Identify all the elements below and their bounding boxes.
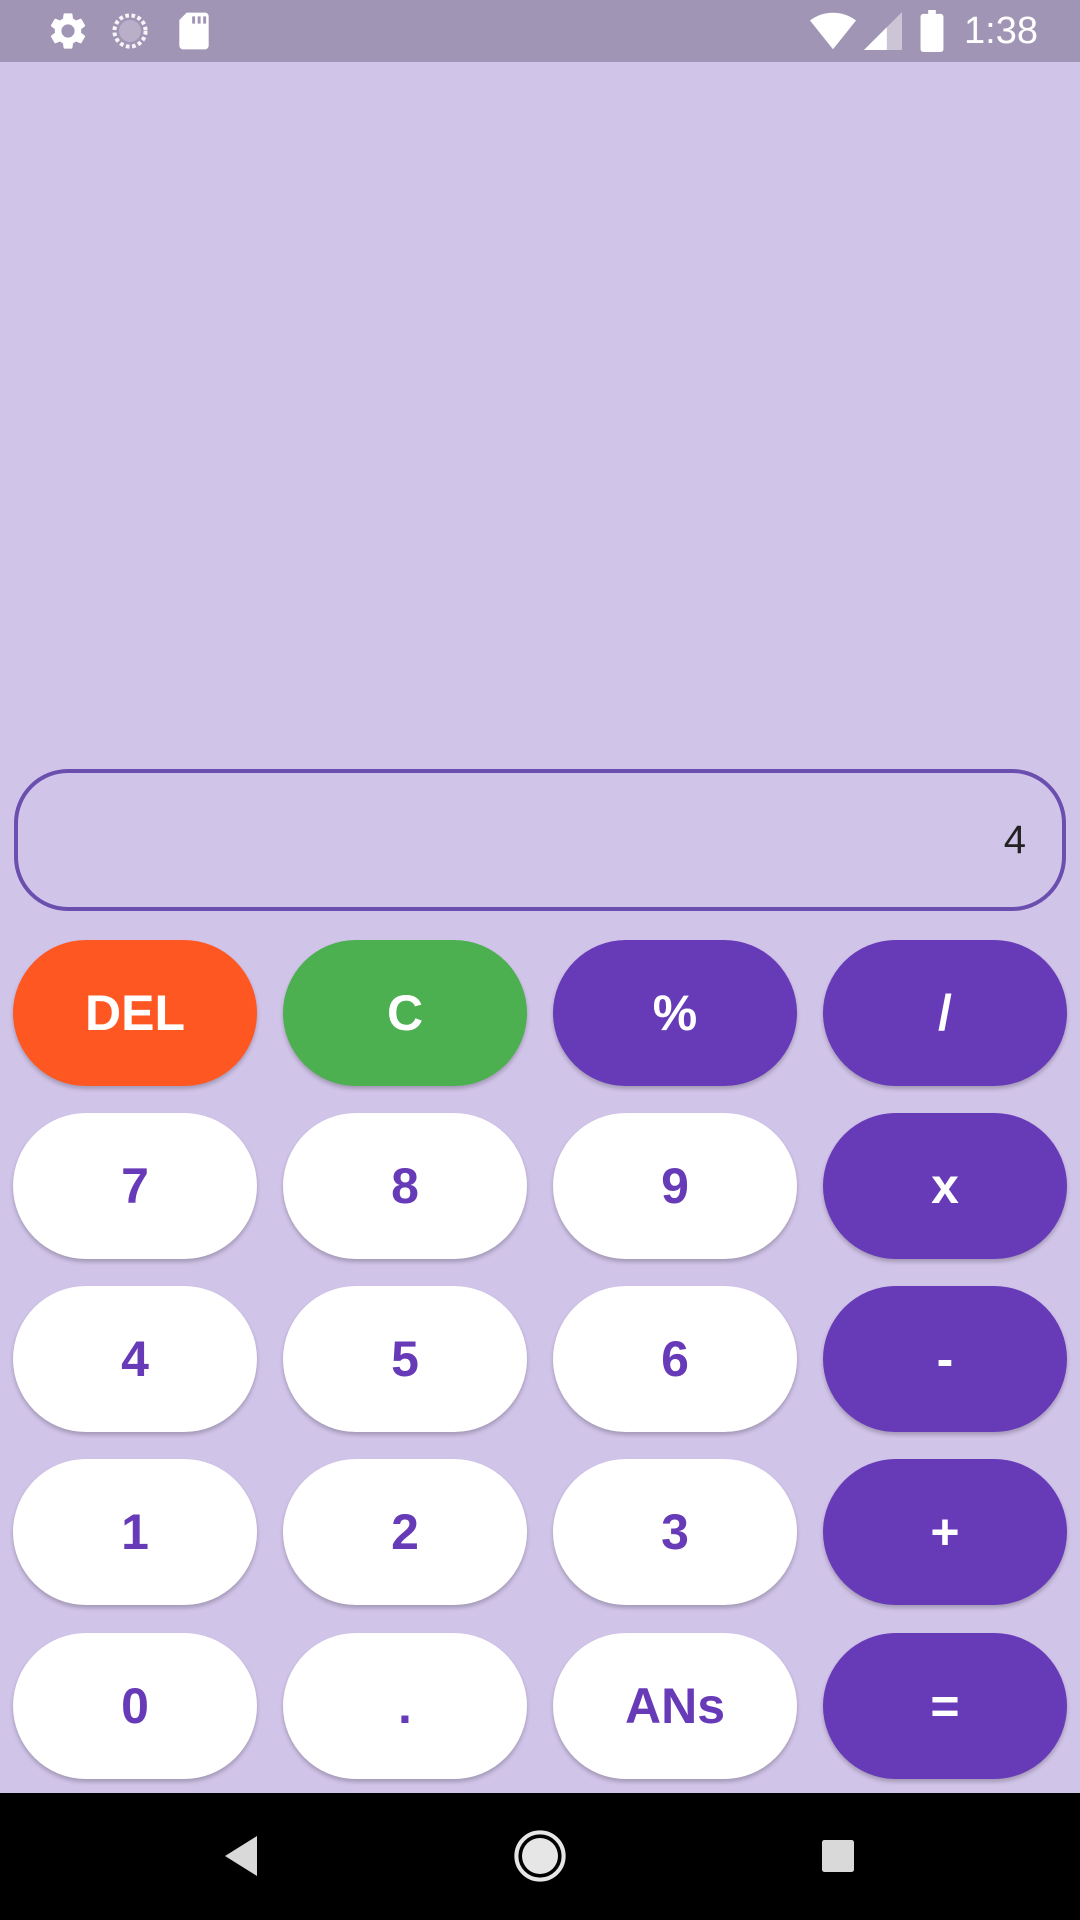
digit-4-button[interactable]: 4 — [13, 1286, 257, 1432]
add-button[interactable]: + — [823, 1459, 1067, 1605]
clear-button[interactable]: C — [283, 940, 527, 1086]
subtract-button[interactable]: - — [823, 1286, 1067, 1432]
delete-button[interactable]: DEL — [13, 940, 257, 1086]
back-icon[interactable] — [206, 1821, 276, 1891]
digit-8-button[interactable]: 8 — [283, 1113, 527, 1259]
digit-0-button[interactable]: 0 — [13, 1633, 257, 1779]
home-icon[interactable] — [505, 1821, 575, 1891]
percent-button[interactable]: % — [553, 940, 797, 1086]
result-field[interactable]: 4 — [14, 769, 1066, 911]
navigation-bar — [0, 1793, 1080, 1920]
digit-3-button[interactable]: 3 — [553, 1459, 797, 1605]
sync-icon — [108, 9, 152, 58]
digit-9-button[interactable]: 9 — [553, 1113, 797, 1259]
digit-1-button[interactable]: 1 — [13, 1459, 257, 1605]
digit-5-button[interactable]: 5 — [283, 1286, 527, 1432]
decimal-button[interactable]: . — [283, 1633, 527, 1779]
expression-display — [0, 62, 1080, 762]
battery-icon — [920, 10, 944, 57]
recents-icon[interactable] — [803, 1821, 873, 1891]
wifi-icon — [810, 11, 856, 56]
equals-button[interactable]: = — [823, 1633, 1067, 1779]
digit-6-button[interactable]: 6 — [553, 1286, 797, 1432]
signal-icon — [864, 12, 902, 55]
digit-2-button[interactable]: 2 — [283, 1459, 527, 1605]
result-text: 4 — [1003, 818, 1026, 862]
sd-card-icon — [174, 9, 214, 58]
multiply-button[interactable]: x — [823, 1113, 1067, 1259]
keypad: DEL C % / 7 8 9 x 4 5 6 - 1 2 3 + 0 . AN… — [0, 940, 1080, 1792]
divide-button[interactable]: / — [823, 940, 1067, 1086]
answer-button[interactable]: ANs — [553, 1633, 797, 1779]
digit-7-button[interactable]: 7 — [13, 1113, 257, 1259]
status-time: 1:38 — [964, 10, 1038, 52]
status-bar: 1:38 — [0, 0, 1080, 62]
settings-icon — [46, 9, 90, 58]
